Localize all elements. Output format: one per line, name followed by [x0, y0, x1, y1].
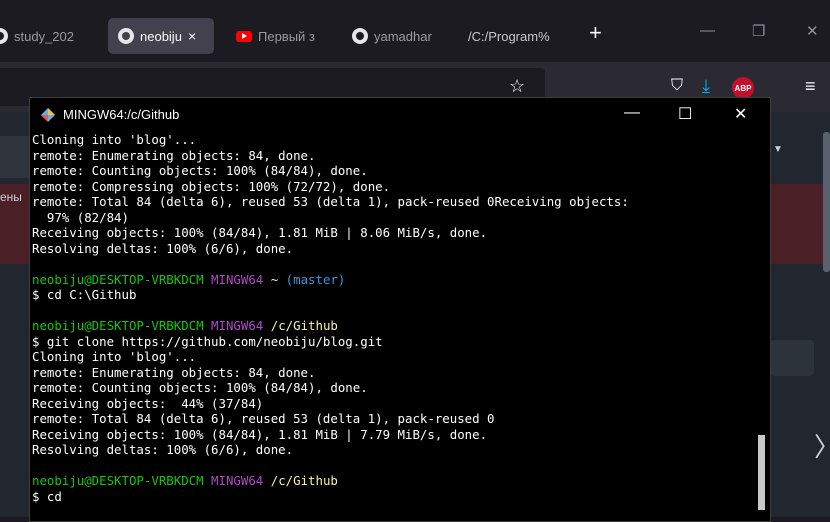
terminal-text: /c/Github: [270, 318, 338, 333]
github-icon: [0, 28, 8, 44]
terminal-line: remote: Total 84 (delta 6), reused 53 (d…: [32, 194, 752, 210]
terminal-text: $ cd C:\Github: [32, 287, 137, 302]
terminal-text: Resolving deltas: 100% (6/6), done.: [32, 240, 294, 256]
terminal-line: $ git clone https://github.com/neobiju/b…: [32, 334, 752, 350]
terminal-title: MINGW64:/c/Github: [63, 107, 180, 122]
terminal-line: neobiju@DESKTOP-VRBKDCM MINGW64 /c/Githu…: [32, 473, 752, 489]
page-side-text: ены: [0, 190, 22, 204]
terminal-line: Cloning into 'blog'...: [32, 349, 752, 365]
tab-youtube[interactable]: Первый з: [236, 18, 340, 54]
terminal-line: remote: Counting objects: 100% (84/84), …: [32, 163, 752, 179]
terminal-text: MINGW64: [211, 271, 271, 287]
youtube-icon: [236, 30, 252, 42]
terminal-output[interactable]: Cloning into 'blog'... remote: Enumeratin…: [32, 132, 752, 522]
github-icon: [352, 28, 368, 44]
terminal-text: neobiju@DESKTOP-VRBKDCM: [32, 318, 212, 333]
terminal-line: neobiju@DESKTOP-VRBKDCM MINGW64 /c/Githu…: [32, 318, 752, 334]
new-tab-button[interactable]: +: [589, 20, 602, 46]
terminal-line: $ cd: [32, 489, 752, 505]
terminal-text: Cloning into 'blog'...: [32, 349, 197, 364]
terminal-text: Resolving deltas: 100% (6/6), done.: [32, 442, 294, 457]
terminal-line: Receiving objects: 100% (84/84), 1.81 Mi…: [32, 427, 752, 443]
terminal-text: Receiving objects: 100% (84/84), 1.81 Mi…: [32, 225, 488, 240]
terminal-line: neobiju@DESKTOP-VRBKDCM MINGW64 ~ (maste…: [32, 272, 752, 288]
browser-tab-strip: study_202 neobiju × Первый з yamadhar /C…: [0, 0, 830, 62]
terminal-text: remote: Total 84 (delta 6), reused 53 (d…: [32, 194, 629, 209]
terminal-text: $ cd: [32, 488, 62, 504]
tab-study[interactable]: study_202: [0, 18, 100, 54]
terminal-scrollbar-thumb[interactable]: [758, 435, 765, 510]
terminal-line: Cloning into 'blog'...: [32, 132, 752, 148]
terminal-line: Resolving deltas: 100% (6/6), done.: [32, 442, 752, 458]
terminal-text: /c/Github: [270, 473, 338, 488]
terminal-text: MINGW64: [211, 473, 271, 488]
chevron-right-icon[interactable]: 〉: [814, 427, 830, 464]
terminal-line: remote: Enumerating objects: 84, done.: [32, 148, 752, 164]
tab-neobiju[interactable]: neobiju ×: [108, 18, 214, 54]
github-icon: [118, 28, 134, 44]
pocket-icon[interactable]: ⛉: [671, 77, 683, 95]
menu-icon[interactable]: ≡: [805, 76, 816, 97]
terminal-line: 97% (82/84): [32, 210, 752, 226]
terminal-text: Receiving objects: 100% (84/84), 1.81 Mi…: [32, 426, 488, 442]
page-scrollbar[interactable]: [823, 132, 830, 272]
terminal-text: $ git clone https://github.com/neobiju/b…: [32, 333, 383, 349]
tab-yamadhar[interactable]: yamadhar: [352, 18, 452, 54]
terminal-text: remote: Enumerating objects: 84, done.: [32, 147, 316, 163]
terminal-text: remote: Counting objects: 100% (84/84), …: [32, 163, 368, 178]
tab-close-icon[interactable]: ×: [188, 28, 196, 44]
terminal-line: remote: Total 84 (delta 6), reused 53 (d…: [32, 411, 752, 427]
dropdown-caret-icon[interactable]: ▼: [773, 144, 783, 155]
terminal-line: Resolving deltas: 100% (6/6), done.: [32, 241, 752, 257]
terminal-text: remote: Total 84 (delta 6), reused 53 (d…: [32, 411, 495, 426]
terminal-text: neobiju@DESKTOP-VRBKDCM: [32, 271, 212, 287]
window-close-button[interactable]: ✕: [806, 22, 819, 40]
terminal-text: MINGW64: [211, 318, 271, 333]
terminal-line: remote: Enumerating objects: 84, done.: [32, 365, 752, 381]
terminal-text: remote: Enumerating objects: 84, done.: [32, 364, 316, 380]
terminal-close-button[interactable]: ✕: [734, 104, 747, 124]
terminal-line: Receiving objects: 44% (37/84): [32, 396, 752, 412]
download-icon[interactable]: ⤓: [702, 76, 710, 97]
terminal-text: 97% (82/84): [32, 209, 129, 225]
page-widget: [770, 340, 814, 376]
window-restore-button[interactable]: ❐: [752, 22, 765, 40]
terminal-text: Receiving objects: 44% (37/84): [32, 395, 264, 411]
tab-local-file[interactable]: /C:/Program%: [468, 18, 568, 54]
terminal-line: remote: Counting objects: 100% (84/84), …: [32, 380, 752, 396]
terminal-text: remote: Compressing objects: 100% (72/72…: [32, 178, 391, 194]
terminal-text: (master): [285, 271, 346, 287]
terminal-maximize-button[interactable]: ☐: [678, 104, 692, 124]
terminal-text: remote: Counting objects: 100% (84/84), …: [32, 380, 368, 395]
terminal-text: Cloning into 'blog'...: [32, 132, 197, 147]
terminal-text: neobiju@DESKTOP-VRBKDCM: [32, 473, 212, 488]
terminal-text: ~: [270, 271, 286, 287]
terminal-line: remote: Compressing objects: 100% (72/72…: [32, 179, 752, 195]
terminal-window[interactable]: MINGW64:/c/Github — ☐ ✕ Cloning into 'bl…: [29, 97, 771, 522]
terminal-titlebar[interactable]: MINGW64:/c/Github — ☐ ✕: [30, 98, 770, 132]
terminal-minimize-button[interactable]: —: [624, 104, 640, 122]
git-bash-icon: [41, 108, 55, 122]
terminal-line: Receiving objects: 100% (84/84), 1.81 Mi…: [32, 225, 752, 241]
adblock-plus-icon[interactable]: ABP: [732, 77, 754, 99]
window-minimize-button[interactable]: —: [700, 22, 715, 39]
terminal-line: $ cd C:\Github: [32, 287, 752, 303]
bookmark-star-icon[interactable]: ☆: [509, 76, 525, 97]
